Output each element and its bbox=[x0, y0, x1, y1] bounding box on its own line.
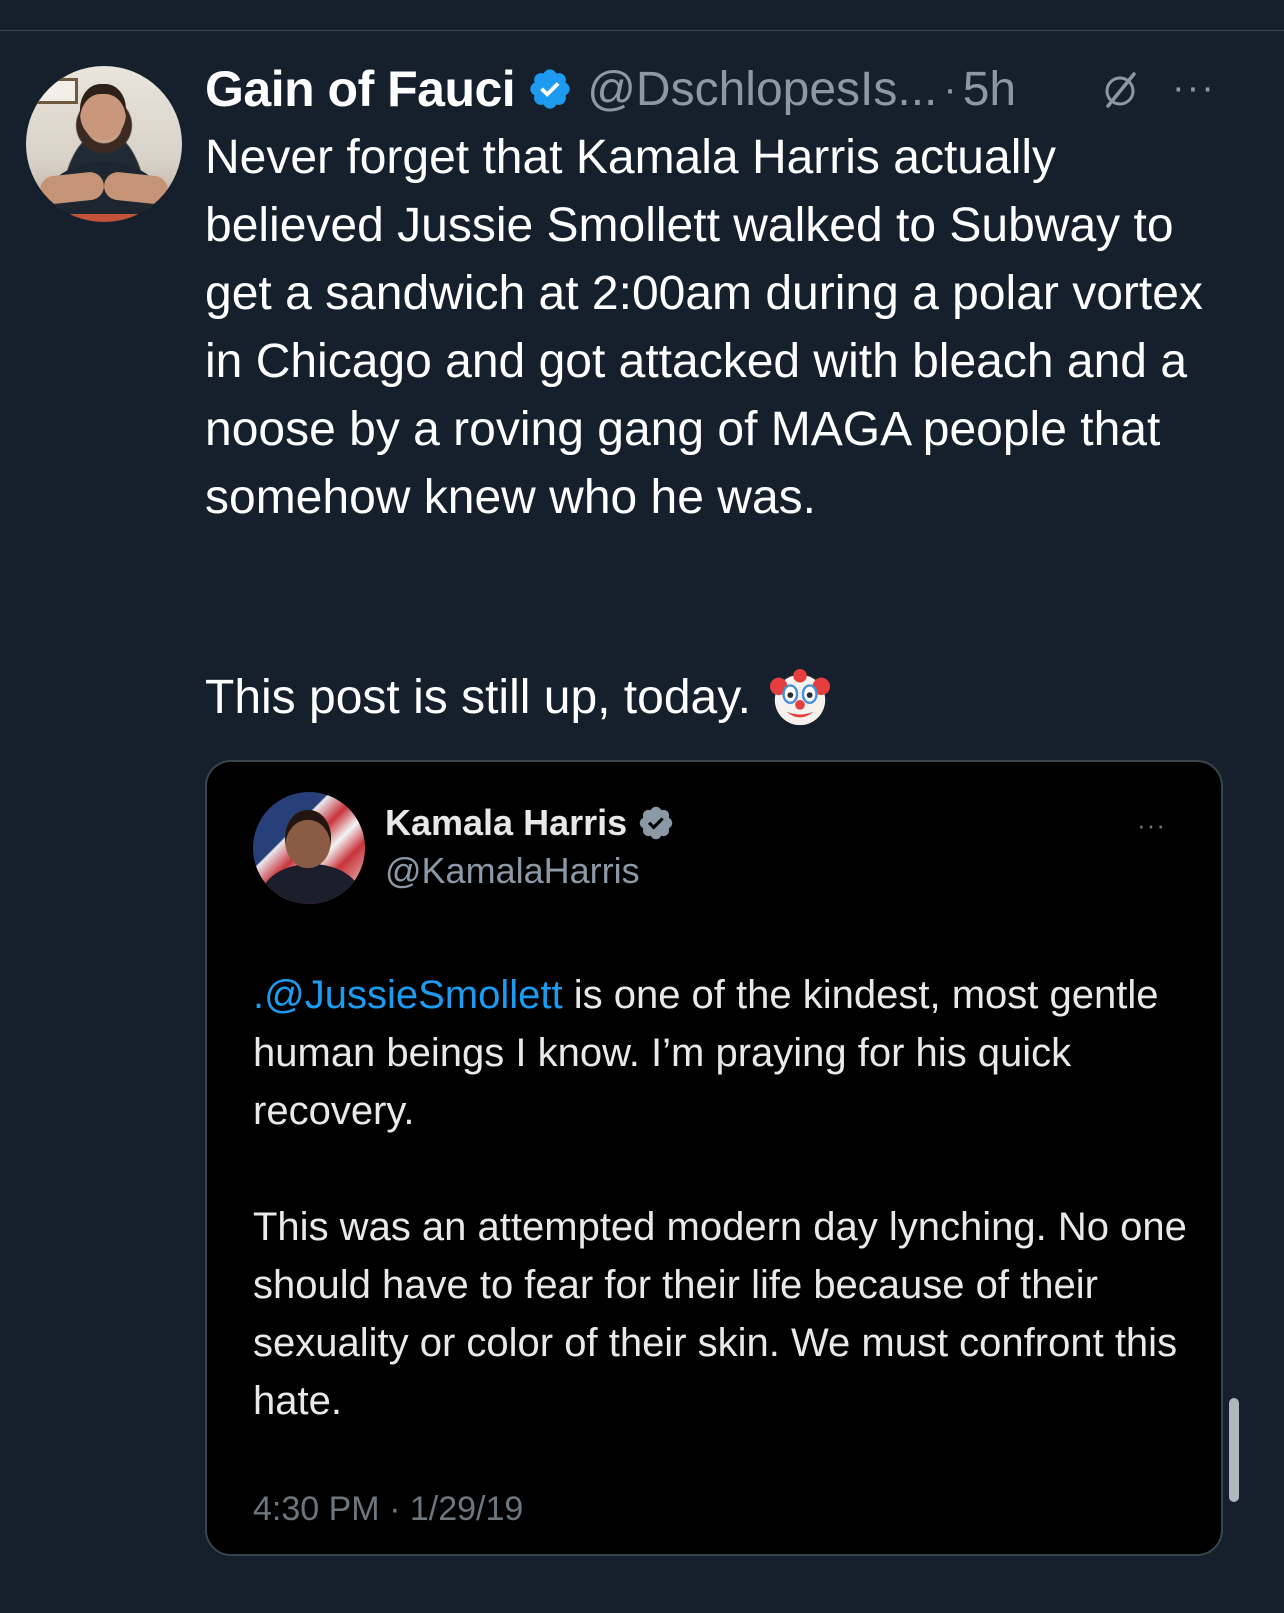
tweet-text: Never forget that Kamala Harris actually… bbox=[205, 131, 1217, 524]
quoted-tweet-card[interactable]: Kamala Harris @KamalaHarris ··· .@Jussie… bbox=[205, 760, 1223, 1556]
author-avatar[interactable] bbox=[26, 66, 182, 222]
quoted-author-avatar[interactable] bbox=[253, 792, 365, 904]
author-display-name[interactable]: Gain of Fauci bbox=[205, 60, 516, 118]
tweet-text-second-paragraph: This post is still up, today. bbox=[205, 664, 1235, 732]
avatar-desk bbox=[66, 214, 142, 222]
quoted-author-name[interactable]: Kamala Harris bbox=[385, 802, 627, 844]
quoted-tweet-second-paragraph: This was an attempted modern day lynchin… bbox=[253, 1205, 1187, 1423]
clown-face-emoji-icon bbox=[769, 668, 831, 726]
avatar-background-frame bbox=[36, 78, 78, 104]
tweet-time[interactable]: 5h bbox=[963, 62, 1016, 117]
mention-link[interactable]: .@JussieSmollett bbox=[253, 973, 563, 1017]
quoted-author-handle[interactable]: @KamalaHarris bbox=[385, 850, 640, 892]
tweet-text-line: This post is still up, today. bbox=[205, 671, 751, 724]
quoted-header: Kamala Harris bbox=[385, 802, 675, 844]
quoted-avatar-face bbox=[285, 810, 331, 868]
grok-icon[interactable] bbox=[1100, 70, 1140, 110]
quoted-tweet-text: .@JussieSmollett is one of the kindest, … bbox=[253, 966, 1193, 1140]
verified-badge-icon bbox=[530, 69, 570, 109]
more-options-icon[interactable]: ··· bbox=[1172, 69, 1222, 107]
scrollbar-thumb[interactable] bbox=[1229, 1398, 1239, 1502]
tweet-header: Gain of Fauci @DschlopesIs... · 5h bbox=[205, 58, 1016, 120]
quoted-verified-badge-icon bbox=[639, 806, 673, 840]
separator-dot: · bbox=[943, 66, 957, 111]
quoted-avatar-body bbox=[261, 864, 361, 904]
avatar-head bbox=[80, 84, 126, 140]
quoted-more-options-icon: ··· bbox=[1137, 810, 1166, 840]
quoted-tweet-timestamp: 4:30 PM · 1/29/19 bbox=[253, 1490, 524, 1528]
tweet-page: Gain of Fauci @DschlopesIs... · 5h ··· N… bbox=[0, 0, 1284, 1613]
author-handle[interactable]: @DschlopesIs... bbox=[587, 62, 937, 117]
top-divider bbox=[0, 30, 1284, 31]
